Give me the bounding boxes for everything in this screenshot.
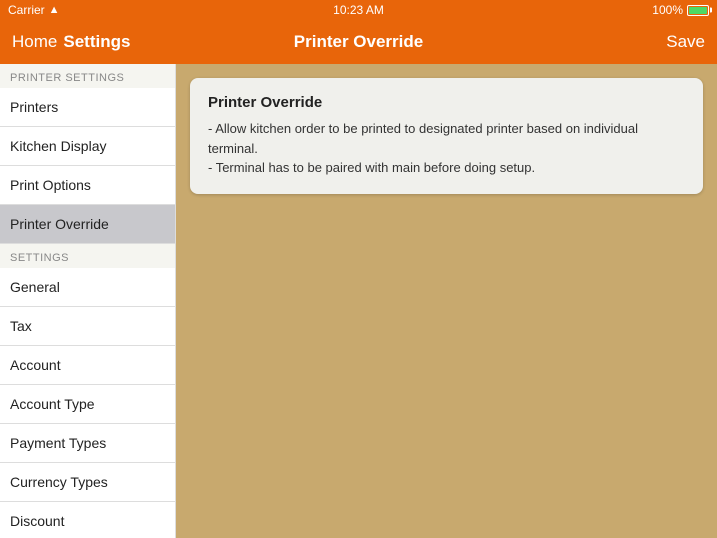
settings-button[interactable]: Settings: [63, 32, 130, 52]
nav-left: Home Settings: [12, 32, 130, 52]
battery-bar: [687, 5, 709, 16]
sidebar-item-account[interactable]: Account: [0, 346, 175, 385]
save-button[interactable]: Save: [666, 32, 705, 52]
battery-container: [687, 5, 709, 16]
battery-fill: [689, 7, 707, 14]
carrier-label: Carrier: [8, 3, 45, 17]
wifi-icon: ▲: [49, 4, 60, 16]
card-title: Printer Override: [208, 94, 685, 111]
printer-settings-group: PRINTER SETTINGS Printers Kitchen Displa…: [0, 64, 175, 244]
sidebar-item-account-type[interactable]: Account Type: [0, 385, 175, 424]
nav-bar: Home Settings Printer Override Save: [0, 20, 717, 64]
sidebar-item-printers[interactable]: Printers: [0, 88, 175, 127]
card-line1: - Allow kitchen order to be printed to d…: [208, 119, 685, 158]
sidebar-item-kitchen-display[interactable]: Kitchen Display: [0, 127, 175, 166]
card-line2: - Terminal has to be paired with main be…: [208, 158, 685, 178]
sidebar: PRINTER SETTINGS Printers Kitchen Displa…: [0, 64, 176, 538]
status-time: 10:23 AM: [333, 3, 384, 17]
battery-percent: 100%: [652, 3, 683, 17]
printer-settings-label: PRINTER SETTINGS: [0, 64, 175, 88]
sidebar-item-tax[interactable]: Tax: [0, 307, 175, 346]
content-area: Printer Override - Allow kitchen order t…: [176, 64, 717, 538]
main-layout: PRINTER SETTINGS Printers Kitchen Displa…: [0, 64, 717, 538]
sidebar-item-printer-override[interactable]: Printer Override: [0, 205, 175, 244]
status-right: 100%: [652, 3, 709, 17]
home-button[interactable]: Home: [12, 32, 57, 52]
sidebar-item-general[interactable]: General: [0, 268, 175, 307]
nav-title: Printer Override: [294, 32, 423, 52]
settings-group: SETTINGS General Tax Account Account Typ…: [0, 244, 175, 538]
sidebar-item-currency-types[interactable]: Currency Types: [0, 463, 175, 502]
sidebar-item-discount[interactable]: Discount: [0, 502, 175, 538]
status-bar: Carrier ▲ 10:23 AM 100%: [0, 0, 717, 20]
status-left: Carrier ▲: [8, 3, 60, 17]
settings-label: SETTINGS: [0, 244, 175, 268]
sidebar-item-print-options[interactable]: Print Options: [0, 166, 175, 205]
info-card: Printer Override - Allow kitchen order t…: [190, 78, 703, 194]
sidebar-item-payment-types[interactable]: Payment Types: [0, 424, 175, 463]
